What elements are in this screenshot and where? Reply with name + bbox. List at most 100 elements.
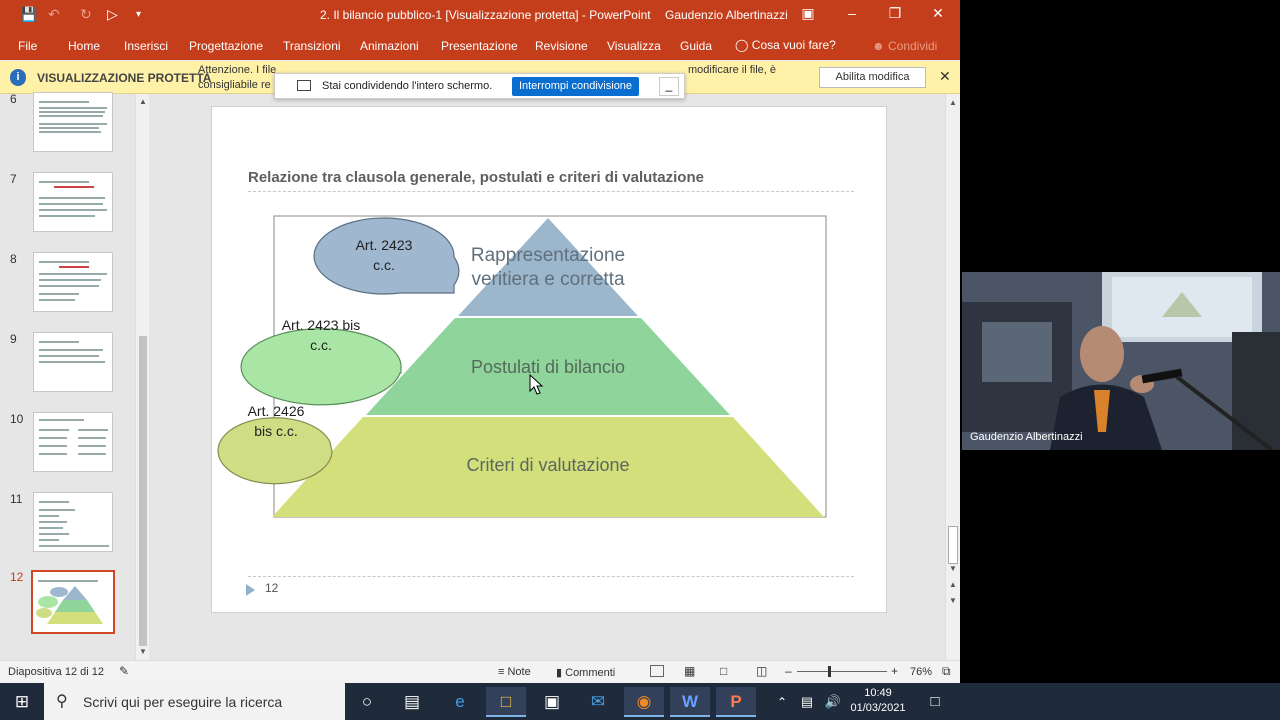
comments-button[interactable]: ▮ Commenti [556, 666, 615, 679]
thumbnail-number: 12 [10, 570, 24, 584]
tab-home[interactable]: Home [68, 39, 100, 53]
zoom-slider-knob[interactable] [828, 666, 831, 677]
thumbnails-scrollbar[interactable]: ▲ ▼ [135, 94, 149, 660]
notifications-icon[interactable]: □ [915, 687, 955, 717]
scrollbar-thumb[interactable] [139, 336, 147, 646]
slide-page-number: 12 [265, 581, 279, 595]
task-view-icon[interactable]: ▤ [392, 687, 432, 717]
participant-name: Gaudenzio Albertinazzi [970, 431, 1083, 443]
screen-share-icon [297, 80, 311, 91]
comments-label: Commenti [565, 667, 616, 679]
notes-label: Note [507, 666, 531, 678]
firefox-icon[interactable]: ◉ [624, 687, 664, 717]
windows-taskbar: ⊞ ⚲ Scrivi qui per eseguire la ricerca ○… [0, 683, 1280, 720]
clock-date: 01/03/2021 [850, 702, 906, 714]
thumbnail-slide-12[interactable]: 12 [0, 570, 135, 640]
minimize-button[interactable]: – [842, 5, 862, 21]
tab-transitions[interactable]: Transizioni [283, 39, 341, 53]
slide-sorter-icon[interactable]: ▦ [684, 664, 695, 678]
customize-toolbar-icon[interactable]: ▾ [136, 9, 141, 20]
previous-slide-icon[interactable]: ▲ [949, 580, 957, 589]
show-hidden-icons-icon[interactable]: ⌃ [772, 687, 792, 717]
zoom-in-icon[interactable]: + [891, 664, 898, 678]
edge-browser-icon[interactable]: e [440, 687, 480, 717]
thumbnail-slide-6[interactable]: 6 [0, 92, 135, 162]
webcam-scene-image [962, 272, 1280, 450]
close-bar-icon[interactable]: ✕ [939, 68, 951, 85]
enable-editing-button[interactable]: Abilita modifica [819, 67, 926, 88]
thumbnail-number: 7 [10, 172, 17, 186]
ribbon-display-icon[interactable]: ▣ [798, 5, 818, 22]
thumbnail-number: 11 [10, 492, 23, 506]
account-name[interactable]: Gaudenzio Albertinazzi [665, 8, 788, 22]
scroll-down-icon[interactable]: ▼ [139, 647, 147, 656]
share-button[interactable]: ☻ Condividi [872, 39, 937, 53]
word-icon[interactable]: W [670, 687, 710, 717]
scrollbar-thumb[interactable] [948, 526, 958, 564]
powerpoint-window: 💾 ↶ ↻ ▷ ▾ 2. Il bilancio pubblico-1 [Vis… [0, 0, 960, 683]
scroll-down-icon[interactable]: ▼ [949, 564, 957, 573]
tab-design[interactable]: Progettazione [189, 39, 263, 53]
fit-to-window-icon[interactable]: ⧉ [942, 664, 951, 679]
cortana-icon[interactable]: ○ [347, 687, 387, 717]
tab-animations[interactable]: Animazioni [360, 39, 419, 53]
protected-view-message-1: Attenzione. I file [198, 64, 277, 76]
next-slide-icon[interactable]: ▼ [949, 596, 957, 605]
taskbar-clock[interactable]: 10:49 01/03/2021 [850, 686, 906, 716]
status-bar: Diapositiva 12 di 12 ✎ ≡ Note ▮ Commenti… [0, 660, 960, 683]
thumbnail-pyramid [36, 586, 103, 624]
zoom-out-icon[interactable]: – [785, 664, 792, 678]
windows-start-icon[interactable]: ⊞ [2, 687, 42, 717]
scroll-up-icon[interactable]: ▲ [949, 98, 957, 107]
title-bar: 💾 ↶ ↻ ▷ ▾ 2. Il bilancio pubblico-1 [Vis… [0, 0, 960, 30]
share-label: Condividi [887, 39, 938, 53]
minimize-share-bar-button[interactable]: _ [659, 77, 679, 96]
tab-insert[interactable]: Inserisci [124, 39, 168, 53]
reading-view-icon[interactable]: □ [720, 664, 727, 678]
stop-sharing-button[interactable]: Interrompi condivisione [512, 77, 639, 96]
scroll-up-icon[interactable]: ▲ [139, 97, 147, 106]
tab-review[interactable]: Revisione [535, 39, 588, 53]
tab-help[interactable]: Guida [680, 39, 712, 53]
thumbnail-page [33, 172, 113, 232]
volume-icon[interactable]: 🔊 [822, 687, 844, 717]
slideshow-view-icon[interactable]: ◫ [756, 664, 767, 678]
thumbnail-slide-9[interactable]: 9 [0, 332, 135, 402]
slide-scrollbar[interactable]: ▲ ▼ ▲ ▼ [945, 94, 960, 660]
file-explorer-icon[interactable]: □ [486, 687, 526, 717]
zoom-slider[interactable] [797, 671, 887, 672]
thumbnail-slide-10[interactable]: 10 [0, 412, 135, 482]
zoom-level[interactable]: 76% [910, 666, 932, 678]
thumbnail-slide-8[interactable]: 8 [0, 252, 135, 322]
restore-button[interactable]: ❐ [885, 5, 905, 22]
tell-me-box[interactable]: ◯ Cosa vuoi fare? [735, 38, 836, 52]
slide-thumbnails-pane: 6 7 8 9 10 11 12 [0, 92, 150, 660]
tier-bottom-label: Criteri di valutazione [466, 455, 629, 475]
slide-counter: Diapositiva 12 di 12 [8, 666, 105, 678]
undo-icon[interactable]: ↶ [48, 6, 60, 23]
person-icon: ☻ [872, 39, 885, 53]
tab-slideshow[interactable]: Presentazione [441, 39, 518, 53]
window-title: 2. Il bilancio pubblico-1 [Visualizzazio… [320, 8, 651, 22]
pyramid-tier-top [458, 218, 638, 316]
spelling-check-icon[interactable]: ✎ [119, 664, 129, 678]
network-icon[interactable]: ▤ [796, 687, 818, 717]
start-from-beginning-icon[interactable]: ▷ [107, 6, 118, 23]
thumbnail-slide-11[interactable]: 11 [0, 492, 135, 562]
tab-file[interactable]: File [18, 39, 37, 53]
tab-view[interactable]: Visualizza [607, 39, 661, 53]
notes-button[interactable]: ≡ Note [498, 666, 531, 678]
store-icon[interactable]: ▣ [532, 687, 572, 717]
thumbnail-slide-7[interactable]: 7 [0, 172, 135, 242]
protected-view-message-1-tail: modificare il file, è [688, 64, 777, 76]
normal-view-icon[interactable] [650, 665, 664, 677]
save-icon[interactable]: 💾 [20, 6, 37, 23]
redo-icon[interactable]: ↻ [80, 6, 92, 23]
close-button[interactable]: ✕ [928, 5, 948, 22]
taskbar-search-box[interactable]: ⚲ Scrivi qui per eseguire la ricerca [44, 683, 345, 720]
mail-icon[interactable]: ✉ [578, 687, 618, 717]
protected-view-message-2: consigliabile re [198, 79, 271, 91]
powerpoint-icon[interactable]: P [716, 687, 756, 717]
callout-2-line2: c.c. [310, 337, 332, 353]
callout-3-line1: Art. 2426 [248, 403, 305, 419]
